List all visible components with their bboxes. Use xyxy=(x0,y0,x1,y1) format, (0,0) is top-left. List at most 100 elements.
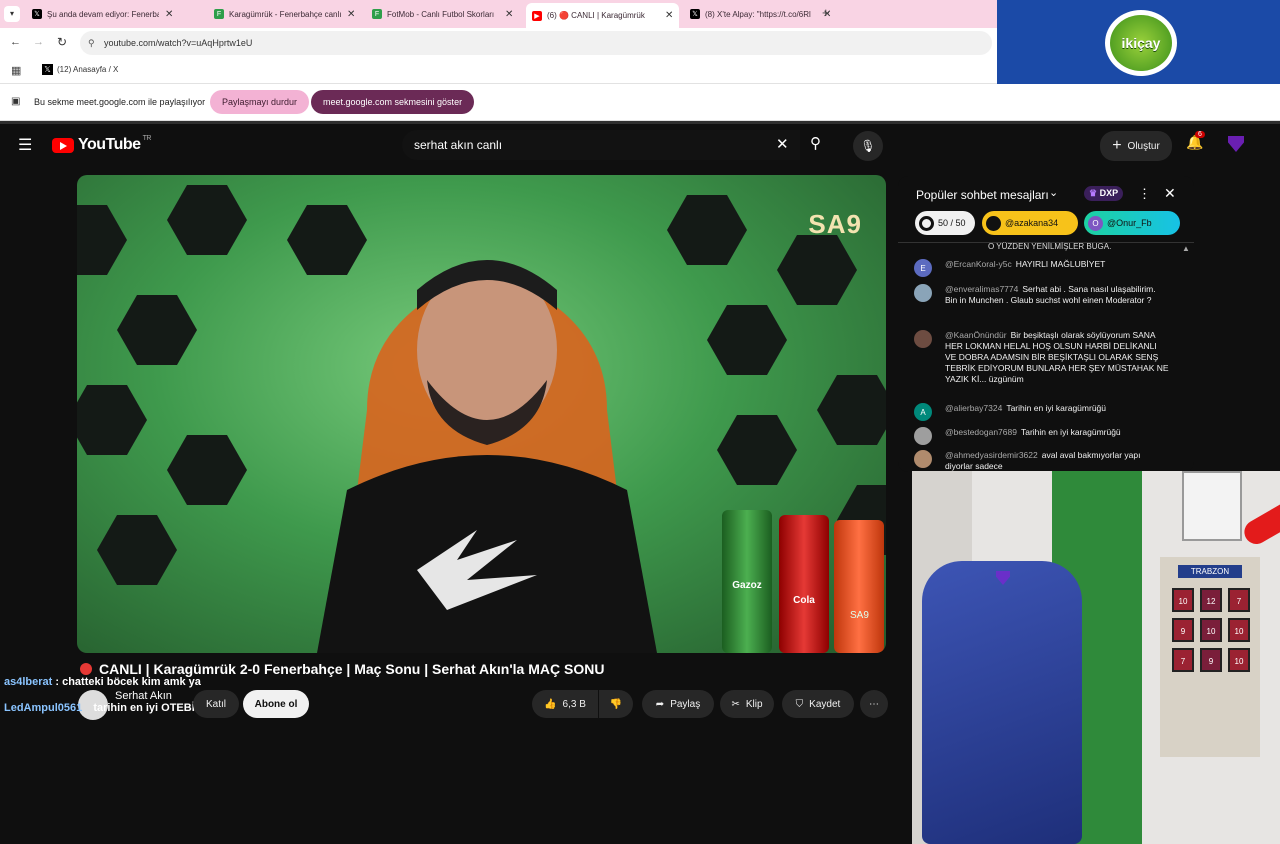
clip-button[interactable]: ✂ Klip xyxy=(720,690,774,718)
browser-tab[interactable]: 𝕏 (8) X'te Alpay: "https://t.co/6Rl ✕ xyxy=(684,3,837,25)
scissors-icon: ✂ xyxy=(731,698,740,710)
thumbs-down-icon: 👎 xyxy=(609,698,623,710)
chat-avatar[interactable]: E xyxy=(914,259,932,277)
bookmark-x-home[interactable]: 𝕏 (12) Anasayfa / X xyxy=(42,64,118,75)
chevron-down-icon[interactable]: ⌄ xyxy=(1049,186,1058,199)
chat-author[interactable]: @ahmedyasirdemir3622 xyxy=(945,450,1038,460)
share-button[interactable]: ➦ Paylaş xyxy=(642,690,714,718)
chip-label: @azakana34 xyxy=(1005,218,1059,228)
sponsor-logo-text: ikiçay xyxy=(1110,15,1172,71)
back-icon[interactable]: ← xyxy=(10,36,21,48)
forward-icon[interactable]: → xyxy=(33,36,44,48)
save-label: Kaydet xyxy=(809,698,841,710)
channel-name-text: Serhat Akın xyxy=(115,690,172,702)
share-label: Paylaş xyxy=(670,698,701,710)
plus-icon: + xyxy=(1112,137,1122,154)
notification-count: 6 xyxy=(1195,131,1205,138)
video-player[interactable]: SA9 Gazoz Cola SA9 xyxy=(77,175,886,653)
close-tab-icon[interactable]: ✕ xyxy=(665,10,673,21)
cam-tactics-board xyxy=(1182,471,1242,541)
progress-ring-icon xyxy=(919,215,934,231)
chat-chip-azakana[interactable]: @azakana34 xyxy=(982,211,1078,235)
host-figure xyxy=(317,260,657,653)
dislike-button[interactable]: 👎 xyxy=(599,690,633,718)
subscribe-button[interactable]: Abone ol xyxy=(243,690,309,718)
can-orange xyxy=(834,520,884,653)
show-meet-tab-button[interactable]: meet.google.com sekmesini göster xyxy=(311,90,475,114)
close-chat-icon[interactable]: ✕ xyxy=(1164,185,1176,202)
notifications-button[interactable]: 🔔 6 xyxy=(1186,131,1205,151)
red-lamp xyxy=(1240,497,1280,549)
reload-icon[interactable]: ↻ xyxy=(57,35,67,49)
can-red: Cola xyxy=(779,515,829,653)
points-badge[interactable]: ♛ DXP xyxy=(1084,186,1124,201)
join-button[interactable]: Katıl xyxy=(193,690,239,718)
live-chat-panel: Popüler sohbet mesajları ⌄ ♛ DXP ⋮ ✕ 50 … xyxy=(898,176,1194,472)
tab-search-button[interactable]: ▾ xyxy=(4,6,20,22)
chat-avatar[interactable] xyxy=(914,330,932,348)
voice-search-button[interactable]: 🎙 xyxy=(853,131,883,161)
shirt-frame: 10 xyxy=(1228,648,1250,672)
chat-chip-onur[interactable]: O @Onur_Fb xyxy=(1084,211,1180,235)
apps-grid-icon[interactable]: ▦ xyxy=(11,64,21,77)
chat-author[interactable]: @ErcanKoral-y5c xyxy=(945,259,1012,269)
chat-avatar[interactable] xyxy=(914,427,932,445)
avatar[interactable] xyxy=(1228,136,1244,152)
gaming-chair xyxy=(922,561,1082,844)
video-title-row: CANLI | Karagümrük 2-0 Fenerbahçe | Maç … xyxy=(80,661,604,677)
video-watermark: SA9 xyxy=(808,209,862,239)
browser-tab[interactable]: ▶ (6) 🔴 CANLI | Karagümrük ✕ xyxy=(526,3,680,28)
like-button[interactable]: 👍 6,3 B xyxy=(532,690,598,718)
like-count: 6,3 B xyxy=(562,698,586,710)
shirt-frame: 10 xyxy=(1172,588,1194,612)
chat-text: Tarihin en iyi karagümrüğü xyxy=(1020,427,1121,437)
shirt-frame: 7 xyxy=(1228,588,1250,612)
browser-tab[interactable]: 𝕏 Şu anda devam ediyor: Fenerbahçe ✕ xyxy=(26,3,179,25)
menu-icon[interactable]: ☰ xyxy=(18,135,32,155)
youtube-logo[interactable]: YouTube TR xyxy=(52,135,151,154)
search-input[interactable]: serhat akın canlı xyxy=(402,130,800,160)
chat-author[interactable]: @enveralimas7774 xyxy=(945,284,1018,294)
browser-tab[interactable]: F FotMob - Canlı Futbol Skorları ✕ xyxy=(366,3,519,25)
more-vert-icon[interactable]: ⋮ xyxy=(1138,186,1151,202)
tab-strip: ▾ 𝕏 Şu anda devam ediyor: Fenerbahçe ✕ F Kar… xyxy=(0,0,997,28)
url-input[interactable]: ⚲ youtube.com/watch?v=uAqHprtw1eU xyxy=(80,31,992,55)
close-tab-icon[interactable]: ✕ xyxy=(505,9,513,20)
x-logo-icon: 𝕏 xyxy=(42,64,53,75)
close-tab-icon[interactable]: ✕ xyxy=(347,9,355,20)
chat-avatar[interactable] xyxy=(914,284,932,302)
shirt-frame: 7 xyxy=(1172,648,1194,672)
create-button[interactable]: + Oluştur xyxy=(1100,131,1172,161)
chat-avatar[interactable]: A xyxy=(914,403,932,421)
browser-tab[interactable]: F Karagümrük - Fenerbahçe canlı ✕ xyxy=(208,3,361,25)
stop-sharing-button[interactable]: Paylaşmayı durdur xyxy=(210,90,310,114)
save-button[interactable]: ⛉ Kaydet xyxy=(782,690,854,718)
more-actions-button[interactable]: ⋯ xyxy=(860,690,888,718)
stream-chat-overlay-2: LedAmpul0561 tarihin en iyi OTEBİSİ xyxy=(4,702,205,714)
chat-author[interactable]: @KaanÖnündür xyxy=(945,330,1007,340)
search-icon[interactable]: ⚲ xyxy=(810,134,821,152)
scroll-up-icon[interactable]: ▲ xyxy=(1182,244,1190,253)
chat-header[interactable]: Popüler sohbet mesajları xyxy=(916,188,1049,202)
youtube-play-icon xyxy=(52,137,74,153)
overlay-user-2: LedAmpul0561 xyxy=(4,702,83,714)
chip-label: @Onur_Fb xyxy=(1107,218,1152,228)
chat-author[interactable]: @bestedogan7689 xyxy=(945,427,1017,437)
channel-name[interactable]: Serhat Akın xyxy=(115,690,172,702)
new-tab-button[interactable]: + xyxy=(822,5,830,20)
chat-author[interactable]: @alierbay7324 xyxy=(945,403,1002,413)
site-info-icon[interactable]: ⚲ xyxy=(88,31,95,55)
shirt-frame: 9 xyxy=(1200,648,1222,672)
chat-text: Tarihin en iyi karagümrüğü xyxy=(1006,403,1107,413)
bookmark-label: (12) Anasayfa / X xyxy=(57,65,119,74)
engagement-progress[interactable]: 50 / 50 xyxy=(915,211,975,235)
webcam-overlay: TRABZON 10 12 7 9 10 10 7 9 10 xyxy=(912,471,1280,844)
fotmob-icon: F xyxy=(372,9,382,19)
shirt-frame: 10 xyxy=(1228,618,1250,642)
sponsor-overlay: ikiçay xyxy=(997,0,1280,84)
close-tab-icon[interactable]: ✕ xyxy=(165,9,173,20)
chat-avatar[interactable] xyxy=(914,450,932,468)
clear-search-icon[interactable]: ✕ xyxy=(776,135,789,153)
clip-label: Klip xyxy=(745,698,763,710)
stream-chat-overlay: as4lberat : chatteki böcek kim amk ya xyxy=(4,676,201,688)
